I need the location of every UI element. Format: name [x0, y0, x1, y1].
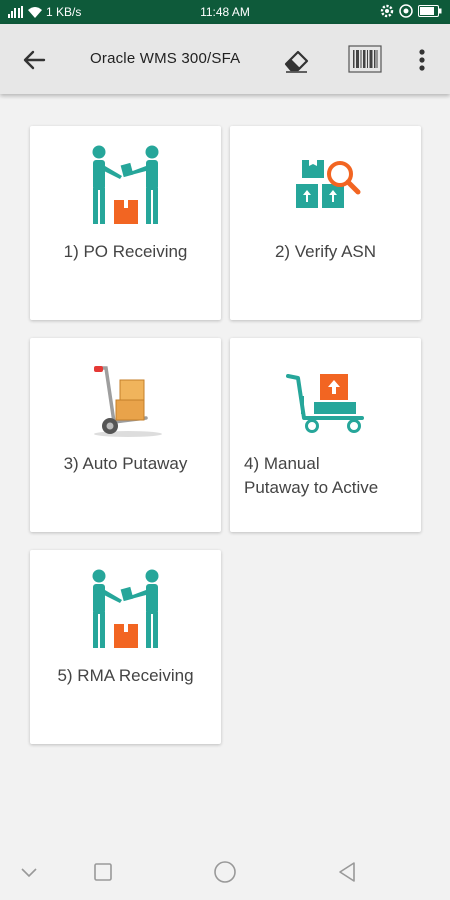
status-bar: 1 KB/s 11:48 AM — [0, 0, 450, 24]
sync-icon — [399, 4, 413, 18]
tile-label: 5) RMA Receiving — [57, 666, 194, 685]
tile-label: 2) Verify ASN — [274, 242, 377, 261]
system-nav-bar — [0, 845, 450, 900]
tile-label: 3) Auto Putaway — [63, 454, 188, 473]
tile-label-line-2: Putaway to Active — [244, 478, 379, 497]
more-vert-icon[interactable] — [412, 44, 432, 76]
tile-label: 1) PO Receiving — [63, 242, 188, 261]
tile-manual-putaway[interactable]: 4) Manual Putaway to Active — [230, 338, 421, 532]
tile-auto-putaway[interactable]: 3) Auto Putaway — [30, 338, 221, 532]
battery-icon — [418, 5, 442, 17]
recents-square-icon[interactable] — [90, 859, 116, 885]
tile-rma-receiving[interactable]: 5) RMA Receiving — [30, 550, 221, 744]
people-handoff-box-icon — [92, 145, 158, 224]
back-arrow-icon[interactable] — [18, 44, 50, 76]
settings-gear-icon — [380, 4, 394, 18]
boxes-magnifier-icon — [295, 160, 360, 208]
back-triangle-icon[interactable] — [334, 859, 360, 885]
tile-label: 4) Manual Putaway to Active — [244, 452, 409, 500]
status-time: 11:48 AM — [200, 5, 250, 19]
hand-truck-boxes-icon — [93, 366, 162, 437]
tile-label-line-1: 4) Manual — [244, 454, 320, 473]
app-bar: Oracle WMS 300/SFA — [0, 24, 450, 94]
chevron-down-icon[interactable] — [16, 859, 42, 885]
app-title: Oracle WMS 300/SFA — [90, 50, 241, 67]
tile-po-receiving[interactable]: 1) PO Receiving — [30, 126, 221, 320]
tile-verify-asn[interactable]: 2) Verify ASN — [230, 126, 421, 320]
home-circle-icon[interactable] — [212, 859, 238, 885]
cart-box-icon — [285, 374, 364, 433]
people-handoff-box-icon — [92, 569, 158, 648]
barcode-icon[interactable] — [348, 44, 382, 74]
eraser-icon[interactable] — [280, 44, 312, 76]
